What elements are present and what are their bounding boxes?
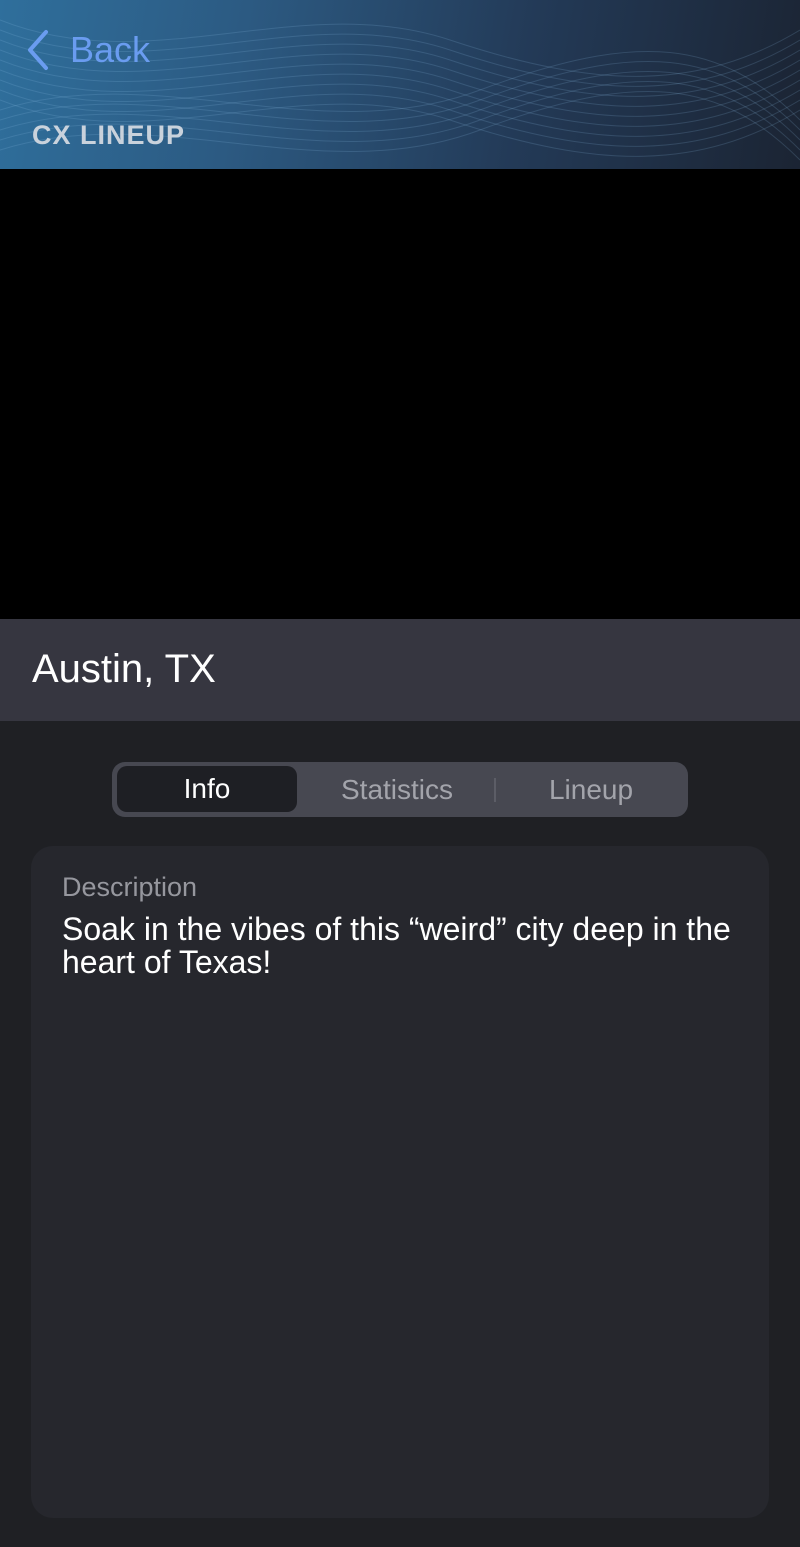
chevron-left-icon	[28, 30, 48, 70]
screen: Back CX LINEUP Austin, TX Info Statistic…	[0, 0, 800, 1547]
location-title-bar: Austin, TX	[0, 619, 800, 721]
back-label: Back	[70, 29, 151, 70]
location-title: Austin, TX	[32, 647, 216, 691]
nav-header: Back CX LINEUP	[0, 0, 800, 169]
info-card: Description Soak in the vibes of this “w…	[31, 846, 769, 1518]
tab-lineup[interactable]: Lineup	[496, 762, 686, 817]
content-area: Info Statistics Lineup Description Soak …	[0, 721, 800, 1547]
tab-info[interactable]: Info	[117, 766, 297, 812]
tab-statistics[interactable]: Statistics	[302, 762, 492, 817]
description-text: Soak in the vibes of this “weird” city d…	[62, 911, 731, 980]
segmented-control: Info Statistics Lineup	[112, 762, 688, 817]
description-label: Description	[62, 872, 198, 902]
page-title: CX LINEUP	[32, 120, 186, 150]
video-player[interactable]	[0, 169, 800, 619]
back-button[interactable]: Back	[26, 26, 150, 74]
